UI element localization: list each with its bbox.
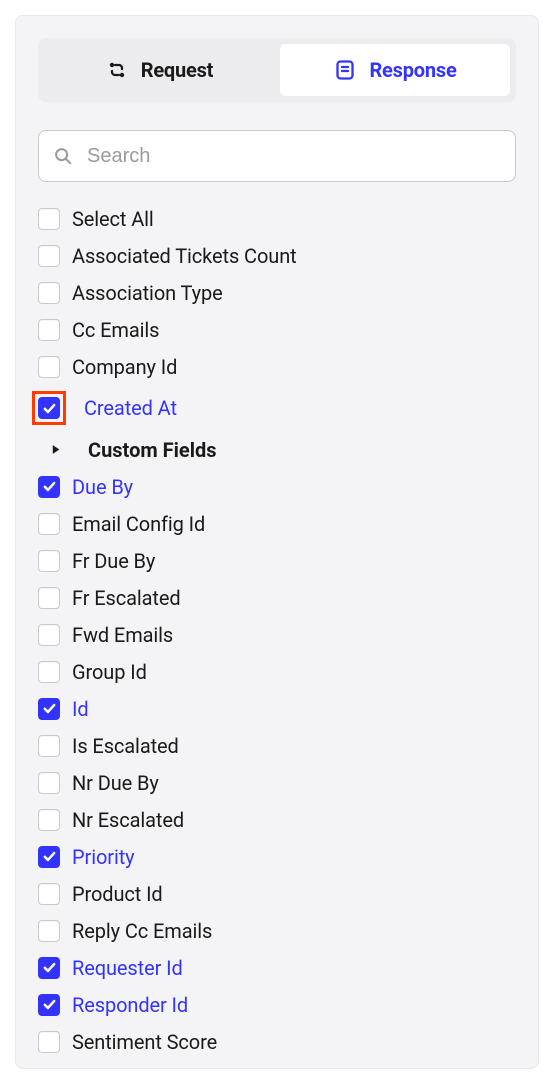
field-row-id[interactable]: Id bbox=[38, 690, 516, 727]
tab-request[interactable]: Request bbox=[44, 44, 274, 96]
field-label: Nr Due By bbox=[72, 771, 159, 795]
checkbox[interactable] bbox=[38, 282, 60, 304]
field-row-due-by[interactable]: Due By bbox=[38, 468, 516, 505]
checkbox[interactable] bbox=[38, 356, 60, 378]
checkbox[interactable] bbox=[38, 476, 60, 498]
field-row-requester-id[interactable]: Requester Id bbox=[38, 949, 516, 986]
checkbox[interactable] bbox=[38, 550, 60, 572]
field-label: Nr Escalated bbox=[72, 808, 184, 832]
check-icon bbox=[42, 960, 57, 975]
tab-request-label: Request bbox=[141, 58, 214, 82]
checkbox[interactable] bbox=[38, 319, 60, 341]
field-label: Fwd Emails bbox=[72, 623, 173, 647]
search-container bbox=[38, 130, 516, 182]
field-row-select-all[interactable]: Select All bbox=[38, 200, 516, 237]
field-row-cc-emails[interactable]: Cc Emails bbox=[38, 311, 516, 348]
field-label: Requester Id bbox=[72, 956, 183, 980]
checkbox[interactable] bbox=[38, 883, 60, 905]
field-row-fwd-emails[interactable]: Fwd Emails bbox=[38, 616, 516, 653]
search-input[interactable] bbox=[38, 130, 516, 182]
field-label: Created At bbox=[84, 396, 177, 420]
tabs-bar: Request Response bbox=[38, 38, 516, 102]
check-icon bbox=[42, 401, 57, 416]
field-row-custom-fields[interactable]: Custom Fields bbox=[38, 431, 516, 468]
field-label: Id bbox=[72, 697, 89, 721]
checkbox[interactable] bbox=[38, 920, 60, 942]
check-icon bbox=[42, 997, 57, 1012]
check-icon bbox=[42, 701, 57, 716]
field-row-fr-escalated[interactable]: Fr Escalated bbox=[38, 579, 516, 616]
field-label: Sentiment Score bbox=[72, 1030, 217, 1054]
field-label: Is Escalated bbox=[72, 734, 179, 758]
checkbox[interactable] bbox=[38, 245, 60, 267]
checkbox[interactable] bbox=[38, 624, 60, 646]
checkbox[interactable] bbox=[38, 772, 60, 794]
search-icon bbox=[52, 145, 74, 167]
field-label: Select All bbox=[72, 207, 154, 231]
checkbox[interactable] bbox=[38, 809, 60, 831]
check-icon bbox=[42, 849, 57, 864]
field-row-nr-due-by[interactable]: Nr Due By bbox=[38, 764, 516, 801]
tab-response[interactable]: Response bbox=[280, 44, 510, 96]
checkbox[interactable] bbox=[38, 846, 60, 868]
field-label: Group Id bbox=[72, 660, 147, 684]
field-row-company-id[interactable]: Company Id bbox=[38, 348, 516, 385]
field-row-nr-escalated[interactable]: Nr Escalated bbox=[38, 801, 516, 838]
field-row-group-id[interactable]: Group Id bbox=[38, 653, 516, 690]
field-row-reply-cc-emails[interactable]: Reply Cc Emails bbox=[38, 912, 516, 949]
highlight-marker bbox=[32, 391, 66, 425]
field-label: Reply Cc Emails bbox=[72, 919, 212, 943]
field-row-created-at[interactable]: Created At bbox=[38, 385, 516, 431]
field-row-fr-due-by[interactable]: Fr Due By bbox=[38, 542, 516, 579]
field-row-responder-id[interactable]: Responder Id bbox=[38, 986, 516, 1023]
field-label: Email Config Id bbox=[72, 512, 205, 536]
field-label: Product Id bbox=[72, 882, 163, 906]
field-row-is-escalated[interactable]: Is Escalated bbox=[38, 727, 516, 764]
tab-response-label: Response bbox=[369, 58, 456, 82]
field-label: Custom Fields bbox=[88, 438, 217, 462]
checkbox[interactable] bbox=[38, 397, 60, 419]
field-label: Association Type bbox=[72, 281, 223, 305]
field-row-sentiment-score[interactable]: Sentiment Score bbox=[38, 1023, 516, 1060]
check-icon bbox=[42, 479, 57, 494]
field-label: Responder Id bbox=[72, 993, 188, 1017]
field-label: Cc Emails bbox=[72, 318, 159, 342]
checkbox[interactable] bbox=[38, 994, 60, 1016]
checkbox[interactable] bbox=[38, 735, 60, 757]
checkbox[interactable] bbox=[38, 957, 60, 979]
field-label: Fr Due By bbox=[72, 549, 155, 573]
checkbox[interactable] bbox=[38, 1031, 60, 1053]
checkbox[interactable] bbox=[38, 587, 60, 609]
field-selector-panel: Request Response Select All bbox=[15, 15, 539, 1069]
field-label: Company Id bbox=[72, 355, 177, 379]
field-row-priority[interactable]: Priority bbox=[38, 838, 516, 875]
checkbox-select-all[interactable] bbox=[38, 208, 60, 230]
expand-caret-icon[interactable] bbox=[44, 439, 66, 461]
field-label: Priority bbox=[72, 845, 135, 869]
checkbox[interactable] bbox=[38, 698, 60, 720]
field-label: Fr Escalated bbox=[72, 586, 181, 610]
response-icon bbox=[333, 58, 357, 82]
field-row-email-config-id[interactable]: Email Config Id bbox=[38, 505, 516, 542]
field-list: Select All Associated Tickets Count Asso… bbox=[38, 200, 516, 1060]
field-label: Associated Tickets Count bbox=[72, 244, 297, 268]
field-label: Due By bbox=[72, 475, 133, 499]
field-row-associated-tickets-count[interactable]: Associated Tickets Count bbox=[38, 237, 516, 274]
checkbox[interactable] bbox=[38, 661, 60, 683]
checkbox[interactable] bbox=[38, 513, 60, 535]
field-row-association-type[interactable]: Association Type bbox=[38, 274, 516, 311]
request-icon bbox=[105, 58, 129, 82]
field-row-product-id[interactable]: Product Id bbox=[38, 875, 516, 912]
